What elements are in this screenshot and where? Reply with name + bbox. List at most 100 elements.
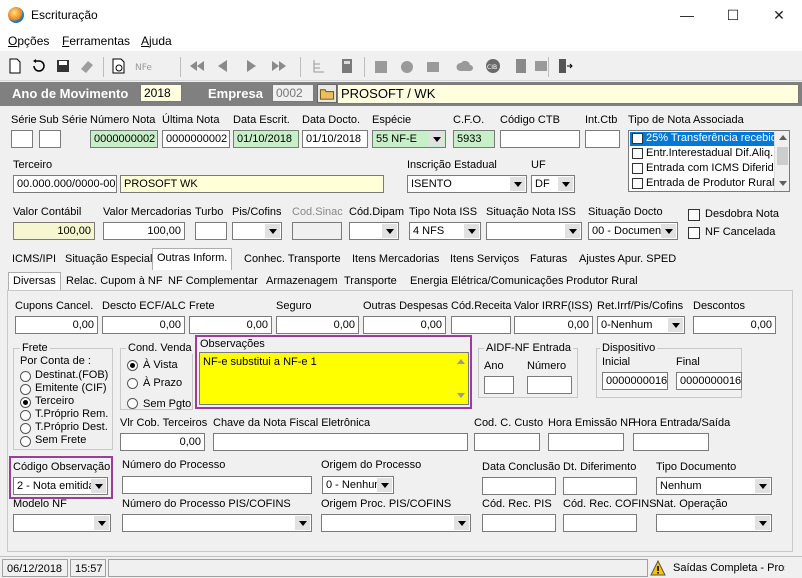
dt-diferimento-field[interactable] (563, 477, 637, 495)
frete-radio-2[interactable] (20, 397, 31, 408)
especie-combo[interactable]: 55 NF-E (372, 130, 446, 148)
tab-transporte[interactable]: Transporte (340, 273, 401, 291)
tab-diversas[interactable]: Diversas (8, 272, 61, 290)
tab-icms-ipi[interactable]: ICMS/IPI (8, 251, 60, 269)
tab-situacao-especial[interactable]: Situação Especial (61, 251, 156, 269)
exit-door-icon[interactable] (556, 57, 574, 75)
next-record-icon[interactable] (242, 57, 260, 75)
data-escrit-field[interactable]: 01/10/2018 (233, 130, 299, 148)
tab-nf-complementar[interactable]: NF Complementar (164, 273, 262, 291)
scroll-down-icon[interactable] (779, 181, 787, 186)
tipo-nota-iss-combo[interactable]: 4 NFS (409, 222, 481, 240)
scrollbar[interactable] (774, 131, 789, 191)
codigo-ctb-field[interactable] (500, 130, 580, 148)
frete-radio-5[interactable] (20, 436, 31, 447)
cupons-cancel-field[interactable]: 0,00 (15, 316, 98, 334)
observacoes-textarea[interactable]: NF-e substitui a NF-e 1 (199, 352, 469, 405)
nf-cancelada-checkbox[interactable] (688, 227, 700, 239)
scroll-down-icon[interactable] (457, 393, 465, 398)
tab-itens-mercadorias[interactable]: Itens Mercadorias (348, 251, 443, 269)
outras-despesas-field[interactable]: 0,00 (363, 316, 446, 334)
cod-rec-cofins-field[interactable] (563, 514, 637, 532)
ret-irrf-combo[interactable]: 0-Nenhum (597, 316, 685, 334)
scroll-up-icon[interactable] (779, 135, 787, 140)
box-icon[interactable] (424, 57, 442, 75)
tipo-nota-list[interactable]: 25% Transferência recebida Entr.Interest… (628, 130, 790, 192)
valor-mercadorias-field[interactable]: 100,00 (103, 222, 185, 240)
tipo-nota-checkbox-3[interactable] (632, 178, 643, 189)
pis-cofins-combo[interactable] (232, 222, 282, 240)
aidf-numero-field[interactable] (527, 376, 572, 394)
tab-energia[interactable]: Energia Elétrica/Comunicações (406, 273, 567, 291)
num-proc-pis-combo[interactable] (122, 514, 312, 532)
uf-combo[interactable]: DF (531, 175, 575, 193)
frete-radio-3[interactable] (20, 410, 31, 421)
cod-receita-field[interactable] (451, 316, 511, 334)
nfe-icon[interactable]: NFe (134, 57, 152, 75)
tab-relac-cupom[interactable]: Relac. Cupom à NF (62, 273, 167, 291)
tipo-nota-checkbox-0[interactable] (632, 133, 643, 144)
data-conclusao-field[interactable] (482, 477, 556, 495)
ultima-nota-field[interactable]: 0000000002 (162, 130, 230, 148)
tab-armazenagem[interactable]: Armazenagem (262, 273, 342, 291)
ano-field[interactable]: 2018 (140, 84, 182, 102)
maximize-button[interactable]: ☐ (710, 0, 756, 31)
cib-icon[interactable]: CIB (484, 57, 502, 75)
frete-value-field[interactable]: 0,00 (189, 316, 272, 334)
tab-ajustes-sped[interactable]: Ajustes Apur. SPED (575, 251, 680, 269)
cond-venda-radio-2[interactable] (127, 398, 138, 409)
descontos-field[interactable]: 0,00 (693, 316, 776, 334)
document-stamp-icon[interactable] (512, 57, 530, 75)
tab-conhec-transporte[interactable]: Conhec. Transporte (240, 251, 345, 269)
subserie-field[interactable] (39, 130, 61, 148)
seguro-field[interactable]: 0,00 (276, 316, 359, 334)
cond-venda-radio-1[interactable] (127, 378, 138, 389)
tipo-documento-combo[interactable]: Nenhum (656, 477, 772, 495)
scrollbar[interactable] (454, 353, 468, 404)
first-record-icon[interactable] (188, 57, 206, 75)
frete-radio-0[interactable] (20, 371, 31, 382)
hora-emissao-field[interactable] (548, 433, 624, 451)
calculator-icon[interactable] (338, 57, 356, 75)
desdobra-nota-checkbox[interactable] (688, 209, 700, 221)
menu-ajuda[interactable]: Ajuda (141, 34, 172, 48)
new-document-icon[interactable] (6, 57, 24, 75)
minimize-button[interactable]: — (664, 0, 710, 31)
descto-ecf-field[interactable]: 0,00 (102, 316, 185, 334)
num-processo-field[interactable] (122, 476, 312, 494)
close-button[interactable]: ✕ (756, 0, 802, 31)
terceiro-code-field[interactable]: 00.000.000/0000-00 (13, 175, 117, 193)
list-item[interactable]: 25% Transferência recebida (646, 132, 774, 144)
cod-sinac-field[interactable] (292, 222, 342, 240)
origem-pis-combo[interactable] (321, 514, 471, 532)
aidf-ano-field[interactable] (484, 376, 514, 394)
scroll-thumb[interactable] (777, 147, 788, 165)
valor-contabil-field[interactable]: 100,00 (13, 222, 95, 240)
tab-itens-servicos[interactable]: Itens Serviços (446, 251, 523, 269)
situacao-docto-combo[interactable]: 00 - Documento (588, 222, 678, 240)
serie-field[interactable] (11, 130, 33, 148)
nat-operacao-combo[interactable] (656, 514, 772, 532)
tipo-nota-checkbox-1[interactable] (632, 148, 643, 159)
situacao-iss-combo[interactable] (486, 222, 582, 240)
list-item[interactable]: Entrada de Produtor Rural (646, 177, 774, 189)
vlr-cob-field[interactable]: 0,00 (120, 433, 205, 451)
frete-radio-1[interactable] (20, 384, 31, 395)
list-item[interactable]: Entr.Interestadual Dif.Aliq. (646, 147, 774, 159)
modelo-nf-combo[interactable] (13, 514, 111, 532)
frete-radio-4[interactable] (20, 423, 31, 434)
undo-icon[interactable] (30, 57, 48, 75)
apple-icon[interactable] (398, 57, 416, 75)
origem-processo-combo[interactable]: 0 - Nenhum (322, 476, 394, 494)
tab-faturas[interactable]: Faturas (526, 251, 571, 269)
numero-nota-field[interactable]: 0000000002 (90, 130, 158, 148)
menu-opcoes[interactable]: Opções (8, 34, 49, 48)
int-ctb-field[interactable] (585, 130, 620, 148)
save-icon[interactable] (54, 57, 72, 75)
dispositivo-inicial-field[interactable]: 0000000016 (602, 372, 668, 390)
cfo-field[interactable]: 5933 (453, 130, 495, 148)
cod-custo-field[interactable] (474, 433, 540, 451)
folder-open-icon[interactable] (317, 84, 337, 103)
valor-irrf-field[interactable]: 0,00 (514, 316, 593, 334)
menu-ferramentas[interactable]: Ferramentas (62, 34, 130, 48)
